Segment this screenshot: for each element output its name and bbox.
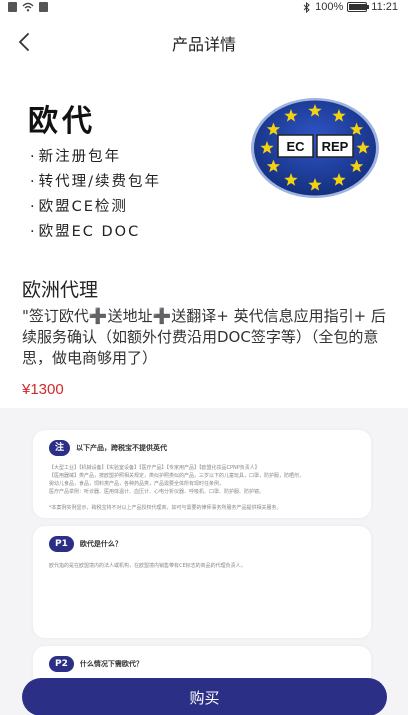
- feature-item: 转代理/续费包年: [30, 170, 161, 195]
- notification-icon: [39, 2, 48, 12]
- sim-icon: [8, 2, 17, 12]
- card-pill: P2: [49, 656, 74, 672]
- card-note: *本案例实例显示，跨税宝将不对以上产品授权代理商，如可与需要的律师事务所服务产品…: [49, 505, 282, 511]
- card-header: P1 欧代是什么？: [49, 536, 122, 552]
- card-line: 【大型工业】【机械设备】【实验室设备】【医疗产品】【专家用产品】【欧盟化妆品CP…: [49, 465, 260, 471]
- page-title: 产品详情: [171, 35, 236, 54]
- nav-bar: 产品详情: [0, 22, 408, 62]
- card-title: 什么情况下需欧代？: [79, 660, 143, 668]
- feature-item: 欧盟EC DOC: [30, 220, 161, 245]
- info-card-p1: P1 欧代是什么？ 欧代指的是在欧盟境内的法人或机构，在欧盟境内销售带有CE标志…: [33, 526, 371, 638]
- card-line: 【医用器械】类产品，按欧盟护照相关规定，类似护照类似的产品，三岁以下的儿童玩具，…: [49, 473, 305, 479]
- bluetooth-icon: [303, 1, 310, 13]
- info-card-note: 注 以下产品，跨税宝不提供英代 【大型工业】【机械设备】【实验室设备】【医疗产品…: [33, 430, 371, 518]
- status-left: [8, 2, 48, 12]
- card-text: 欧代指的是在欧盟境内的法人或机构，在欧盟境内销售带有CE标志的商品的代理负责人。: [49, 563, 246, 569]
- badge-rep-text: REP: [322, 139, 349, 154]
- feature-item: 欧盟CE检测: [30, 195, 161, 220]
- battery-fill: [349, 4, 368, 10]
- card-text: 【大型工业】【机械设备】【实验室设备】【医疗产品】【专家用产品】【欧盟化妆品CP…: [49, 464, 357, 496]
- feature-list: 新注册包年 转代理/续费包年 欧盟CE检测 欧盟EC DOC: [30, 145, 161, 245]
- battery-percent: 100%: [315, 1, 344, 13]
- card-pill: 注: [49, 440, 71, 456]
- product-price: ¥1300: [22, 381, 64, 398]
- card-header: 注 以下产品，跨税宝不提供英代: [49, 440, 167, 456]
- status-bar: 100% 11:21: [0, 0, 408, 14]
- status-time: 11:21: [371, 1, 398, 13]
- wifi-icon: [22, 2, 34, 12]
- feature-item: 新注册包年: [30, 145, 161, 170]
- card-title: 欧代是什么？: [79, 540, 122, 548]
- buy-button[interactable]: 购买: [22, 678, 387, 715]
- card-line: 婴幼儿食品，食品，饲料类产品，各种药品类，产品需要全体所有现时任条例，: [49, 481, 225, 487]
- ec-rep-badge: EC REP: [251, 98, 379, 198]
- card-pill: P1: [49, 536, 74, 552]
- section-divider: [0, 408, 408, 422]
- status-right: 100% 11:21: [303, 1, 398, 13]
- hero-title: 欧代: [28, 104, 96, 139]
- card-title: 以下产品，跨税宝不提供英代: [76, 444, 168, 452]
- card-header: P2 什么情况下需欧代？: [49, 656, 143, 672]
- battery-icon: [347, 2, 370, 12]
- product-name: 欧洲代理: [22, 279, 99, 301]
- card-line: 医疗产品举例：听诊器、医用体温计、血压计、心电分析仪器、呼吸机、口罩、防护服、防…: [49, 489, 265, 495]
- badge-ec-text: EC: [286, 139, 305, 154]
- product-description: "签订欧代➕送地址➕送翻译+ 英代信息应用指引+ 后续服务确认（如额外付费沿用D…: [22, 307, 386, 367]
